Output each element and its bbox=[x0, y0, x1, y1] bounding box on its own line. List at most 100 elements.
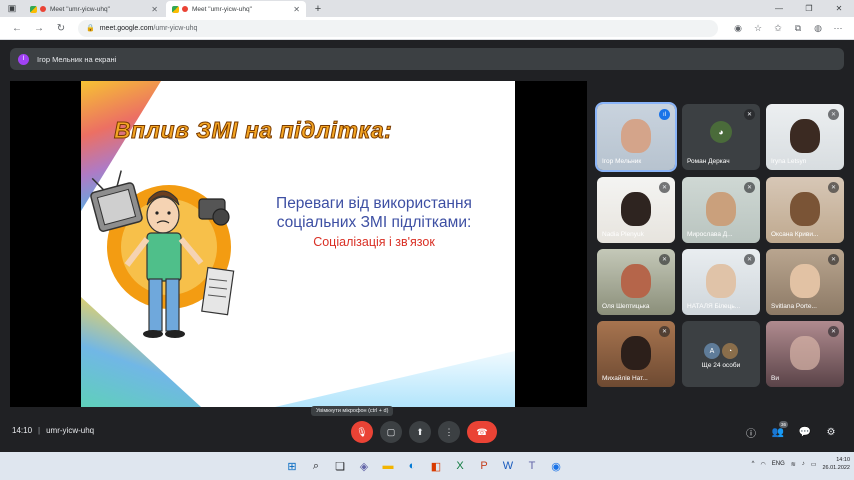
meeting-info: 14:10 | umr-yicw-uhq bbox=[12, 426, 94, 435]
mic-off-icon: ✕ bbox=[744, 254, 755, 265]
participant-tile[interactable]: ıl Ігор Мельник bbox=[595, 102, 677, 172]
wifi-icon[interactable]: ≋ bbox=[791, 461, 796, 468]
participant-tile[interactable]: ✕ Михайлів Нат... bbox=[597, 321, 675, 387]
participant-tile[interactable]: ✕ НАТАЛЯ Білець... bbox=[682, 249, 760, 315]
meet-favicon-icon bbox=[30, 5, 37, 13]
lock-icon[interactable]: 🔒 bbox=[86, 24, 95, 32]
present-button[interactable]: ⬆ bbox=[409, 421, 431, 443]
close-window-icon[interactable]: ✕ bbox=[824, 0, 854, 17]
participant-tile[interactable]: ◕ ✕ Роман Деркач bbox=[682, 104, 760, 170]
participant-tile[interactable]: ✕ Iryna Letsyn bbox=[766, 104, 844, 170]
others-avatars: A ◔ bbox=[704, 343, 738, 359]
participant-face bbox=[621, 191, 651, 226]
clock-time: 14:10 bbox=[836, 457, 850, 463]
chrome-edge-active-icon[interactable]: ◉ bbox=[546, 456, 566, 476]
collections-icon[interactable]: ⧉ bbox=[788, 19, 808, 37]
maximize-icon[interactable]: ❐ bbox=[794, 0, 824, 17]
participant-name: Роман Деркач bbox=[687, 158, 730, 165]
back-icon[interactable]: ← bbox=[6, 19, 28, 37]
participant-face bbox=[790, 335, 820, 370]
people-button[interactable]: 👥 36 bbox=[769, 421, 788, 440]
present-screen-icon: ⬆ bbox=[416, 426, 424, 437]
camera-permission-icon[interactable]: ◉ bbox=[728, 19, 748, 37]
file-explorer-icon[interactable]: ▬ bbox=[378, 456, 398, 476]
browser-tab-1[interactable]: Meet "umr-yicw-uhq" ✕ bbox=[24, 1, 164, 17]
favorites-icon[interactable]: ✩ bbox=[768, 19, 788, 37]
participant-avatar: ◔ bbox=[722, 343, 738, 359]
shared-screen: Вплив ЗМІ на підлітка: Переваги від вико… bbox=[10, 81, 587, 407]
edge-icon[interactable]: ◐ bbox=[402, 456, 422, 476]
word-icon[interactable]: W bbox=[498, 456, 518, 476]
mic-off-icon: ✕ bbox=[659, 254, 670, 265]
tab-close-icon[interactable]: ✕ bbox=[293, 5, 300, 14]
participant-name: Ігор Мельник bbox=[602, 158, 642, 165]
tab-close-icon[interactable]: ✕ bbox=[151, 5, 158, 14]
input-language[interactable]: ENG bbox=[772, 461, 785, 467]
participant-tile[interactable]: ✕ Nadia Plenyuk bbox=[597, 177, 675, 243]
camera-toggle-button[interactable]: ▢ bbox=[380, 421, 402, 443]
more-vert-icon: ⋮ bbox=[444, 426, 454, 437]
slide-heading: Переваги від використання соціальних ЗМІ… bbox=[276, 195, 472, 231]
minimize-icon[interactable]: — bbox=[764, 0, 794, 17]
people-icon: 👥 bbox=[771, 426, 785, 438]
chat-icon: 💬 bbox=[798, 426, 812, 438]
participant-name: Михайлів Нат... bbox=[602, 375, 648, 382]
mic-off-icon: ✕ bbox=[828, 254, 839, 265]
participant-tile[interactable]: ✕ Оксана Криви... bbox=[766, 177, 844, 243]
reload-icon[interactable]: ↻ bbox=[50, 19, 72, 37]
participant-name: Svitlana Porte... bbox=[771, 303, 817, 310]
window-controls: — ❐ ✕ bbox=[764, 0, 854, 17]
bookmark-star-icon[interactable]: ☆ bbox=[748, 19, 768, 37]
self-tile[interactable]: ✕ Ви bbox=[766, 321, 844, 387]
taskbar-clock[interactable]: 14:10 26.01.2022 bbox=[822, 456, 850, 472]
forward-icon[interactable]: → bbox=[28, 19, 50, 37]
info-icon: ⓘ bbox=[746, 428, 756, 440]
more-options-button[interactable]: ⋮ bbox=[438, 421, 460, 443]
windows-taskbar: ⊞ ⌕ ❏ ◈ ▬ ◐ ◧ X P W T ◉ ^ ◠ ENG ≋ ♪ ▭ 14… bbox=[0, 452, 854, 480]
url-path: /umr-yicw-uhq bbox=[153, 24, 198, 32]
participant-tile[interactable]: ✕ Мирослава Д... bbox=[682, 177, 760, 243]
people-count-badge: 36 bbox=[779, 421, 788, 428]
menu-dots-icon[interactable]: ⋯ bbox=[828, 19, 848, 37]
others-tile[interactable]: A ◔ Ще 24 особи bbox=[682, 321, 760, 387]
teams-icon[interactable]: T bbox=[522, 456, 542, 476]
new-tab-button[interactable]: + bbox=[308, 1, 328, 17]
profile-icon[interactable]: ◍ bbox=[808, 19, 828, 37]
excel-icon[interactable]: X bbox=[450, 456, 470, 476]
hang-up-icon: ☎ bbox=[476, 426, 488, 437]
mic-toggle-button[interactable]: 🎙 bbox=[351, 421, 373, 443]
meeting-time: 14:10 bbox=[12, 426, 33, 435]
volume-icon[interactable]: ♪ bbox=[802, 461, 805, 467]
meeting-details-button[interactable]: ⓘ bbox=[742, 424, 760, 440]
browser-tab-2[interactable]: Meet "umr-yicw-uhq" ✕ bbox=[166, 1, 306, 17]
tray-chevron-icon[interactable]: ^ bbox=[752, 461, 755, 467]
presenting-text: Ігор Мельник на екрані bbox=[37, 54, 117, 64]
recording-dot-icon bbox=[40, 6, 46, 12]
leave-call-button[interactable]: ☎ bbox=[467, 421, 497, 443]
activities-button[interactable]: ⚙ bbox=[822, 424, 840, 440]
powerpoint-icon[interactable]: P bbox=[474, 456, 494, 476]
task-view-icon[interactable]: ❏ bbox=[330, 456, 350, 476]
separator: | bbox=[38, 426, 41, 435]
search-icon[interactable]: ⌕ bbox=[306, 456, 326, 476]
start-menu-icon[interactable]: ⊞ bbox=[282, 456, 302, 476]
participant-name: НАТАЛЯ Білець... bbox=[687, 303, 741, 310]
mic-off-icon: ✕ bbox=[828, 326, 839, 337]
participant-name: Nadia Plenyuk bbox=[602, 231, 644, 238]
participant-tile[interactable]: ✕ Svitlana Porte... bbox=[766, 249, 844, 315]
tab-actions-icon[interactable]: ▣ bbox=[0, 0, 24, 17]
participant-tile[interactable]: ✕ Оля Шептицька bbox=[597, 249, 675, 315]
chat-button[interactable]: 💬 bbox=[796, 424, 814, 440]
participant-avatar: ◕ bbox=[710, 120, 732, 143]
browser-actions: ◉ ☆ ✩ ⧉ ◍ ⋯ bbox=[728, 19, 848, 37]
participant-face bbox=[621, 263, 651, 298]
network-icon[interactable]: ◠ bbox=[761, 461, 766, 468]
battery-icon[interactable]: ▭ bbox=[811, 461, 817, 468]
presenting-banner: І Ігор Мельник на екрані bbox=[10, 48, 844, 70]
participant-name: Мирослава Д... bbox=[687, 231, 733, 238]
tab-title: Meet "umr-yicw-uhq" bbox=[50, 5, 110, 13]
address-bar[interactable]: 🔒 meet.google.com/umr-yicw-uhq bbox=[78, 19, 718, 37]
screen: ▣ Meet "umr-yicw-uhq" ✕ Meet "umr-yicw-u… bbox=[0, 0, 854, 480]
office-icon[interactable]: ◧ bbox=[426, 456, 446, 476]
teams-chat-icon[interactable]: ◈ bbox=[354, 456, 374, 476]
